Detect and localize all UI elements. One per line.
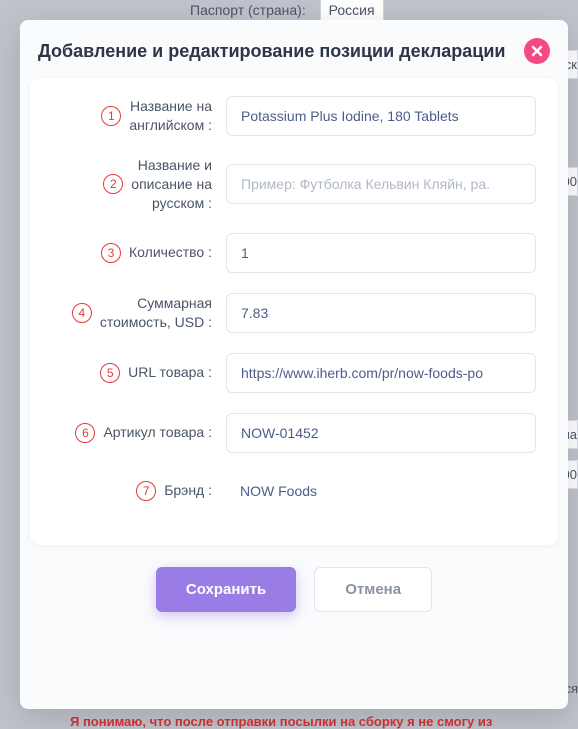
num-badge-6: 6	[75, 423, 95, 443]
form-card: 1 Название на английском : Potassium Plu…	[30, 78, 558, 545]
num-badge-1: 1	[101, 106, 121, 126]
num-badge-5: 5	[100, 363, 120, 383]
row-name-en: 1 Название на английском : Potassium Plu…	[52, 96, 536, 136]
row-url: 5 URL товара : https://www.iherb.com/pr/…	[52, 353, 536, 393]
modal-title: Добавление и редактирование позиции декл…	[38, 41, 505, 62]
row-total-cost: 4 Суммарная стоимость, USD : 7.83	[52, 293, 536, 333]
bg-passport-row: Паспорт (страна): Россия	[0, 0, 578, 18]
bg-passport-label: Паспорт (страна):	[190, 2, 306, 18]
input-url[interactable]: https://www.iherb.com/pr/now-foods-po	[226, 353, 536, 393]
bg-warning-text: Я понимаю, что после отправки посылки на…	[70, 714, 578, 729]
input-total-cost[interactable]: 7.83	[226, 293, 536, 333]
input-name-en[interactable]: Potassium Plus Iodine, 180 Tablets	[226, 96, 536, 136]
num-badge-2: 2	[103, 174, 123, 194]
modal-header: Добавление и редактирование позиции декл…	[30, 38, 558, 78]
input-sku[interactable]: NOW-01452	[226, 413, 536, 453]
label-name-ru: Название и описание на русском :	[131, 156, 212, 213]
label-url: URL товара :	[128, 363, 212, 382]
num-badge-7: 7	[136, 481, 156, 501]
cancel-button[interactable]: Отмена	[314, 567, 432, 612]
label-sku: Артикул товара :	[103, 423, 212, 442]
row-name-ru: 2 Название и описание на русском : Приме…	[52, 156, 536, 213]
label-total-cost: Суммарная стоимость, USD :	[100, 294, 212, 332]
row-quantity: 3 Количество : 1	[52, 233, 536, 273]
num-badge-3: 3	[101, 243, 121, 263]
row-brand: 7 Брэнд : NOW Foods	[52, 473, 536, 509]
label-brand: Брэнд :	[164, 481, 212, 500]
label-name-en: Название на английском :	[129, 97, 212, 135]
input-quantity[interactable]: 1	[226, 233, 536, 273]
modal-dialog: Добавление и редактирование позиции декл…	[20, 20, 568, 709]
num-badge-4: 4	[72, 303, 92, 323]
row-sku: 6 Артикул товара : NOW-01452	[52, 413, 536, 453]
action-row: Сохранить Отмена	[30, 567, 558, 612]
label-quantity: Количество :	[129, 243, 212, 262]
close-button[interactable]	[524, 38, 550, 64]
close-icon	[531, 45, 543, 57]
save-button[interactable]: Сохранить	[156, 567, 296, 612]
input-brand[interactable]: NOW Foods	[226, 473, 536, 509]
input-name-ru[interactable]: Пример: Футболка Кельвин Кляйн, ра.	[226, 164, 536, 204]
